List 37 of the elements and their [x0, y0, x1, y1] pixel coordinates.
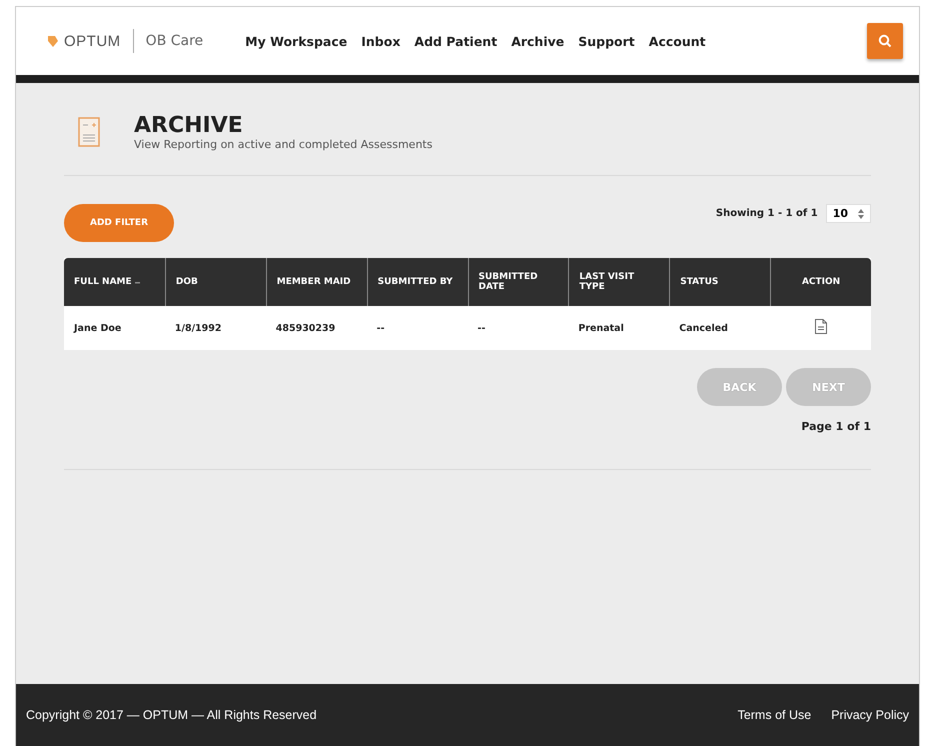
page-indicator: Page 1 of 1 [800, 420, 871, 433]
column-header[interactable]: STATUS [669, 258, 770, 306]
copyright-text: Copyright © 2017 — OPTUM — All Rights Reserved [26, 708, 317, 722]
column-header[interactable]: ACTION [770, 258, 871, 306]
nav-link[interactable]: Add Patient [414, 34, 498, 48]
table-cell-text: Canceled [678, 322, 729, 336]
table-cell-text: -- [476, 322, 486, 336]
nav-link[interactable]: Archive [511, 34, 564, 48]
page-subtitle: View Reporting on active and completed Assessments [134, 138, 432, 151]
column-header[interactable]: LAST VISIT TYPE [568, 258, 670, 306]
page-title: ARCHIVE [134, 113, 244, 138]
brand-logo: OPTUM [64, 32, 121, 50]
page-size-select[interactable]: 10 [826, 204, 871, 223]
footer-link[interactable]: Terms of Use [738, 708, 812, 722]
table-cell-text: Prenatal [577, 322, 625, 336]
table-cell-text: Jane Doe [72, 322, 122, 336]
column-header[interactable]: SUBMITTED BY [366, 258, 468, 306]
document-icon [78, 117, 100, 147]
logo-icon [46, 34, 60, 48]
nav-link[interactable]: Inbox [361, 34, 400, 48]
document-icon[interactable] [814, 319, 827, 334]
column-header[interactable]: FULL NAME [64, 258, 165, 306]
stepper-icon [858, 208, 864, 218]
nav-link[interactable]: Account [648, 34, 706, 48]
table-cell-text: 485930239 [274, 322, 336, 336]
column-header[interactable]: DOB [164, 258, 266, 306]
nav-link[interactable]: My Workspace [245, 34, 348, 48]
table-cell-text: -- [376, 322, 386, 336]
search-button[interactable] [867, 23, 903, 59]
column-header[interactable]: MEMBER MAID [266, 258, 367, 306]
table-cell-text: 1/8/1992 [174, 322, 222, 336]
showing-count: Showing 1 - 1 of 1 [716, 208, 818, 219]
nav-link[interactable]: Support [578, 34, 635, 48]
search-icon [878, 34, 892, 48]
column-header[interactable]: SUBMITTED DATE [468, 258, 568, 306]
footer-link[interactable]: Privacy Policy [831, 708, 909, 722]
product-name: OB Care [146, 33, 204, 49]
